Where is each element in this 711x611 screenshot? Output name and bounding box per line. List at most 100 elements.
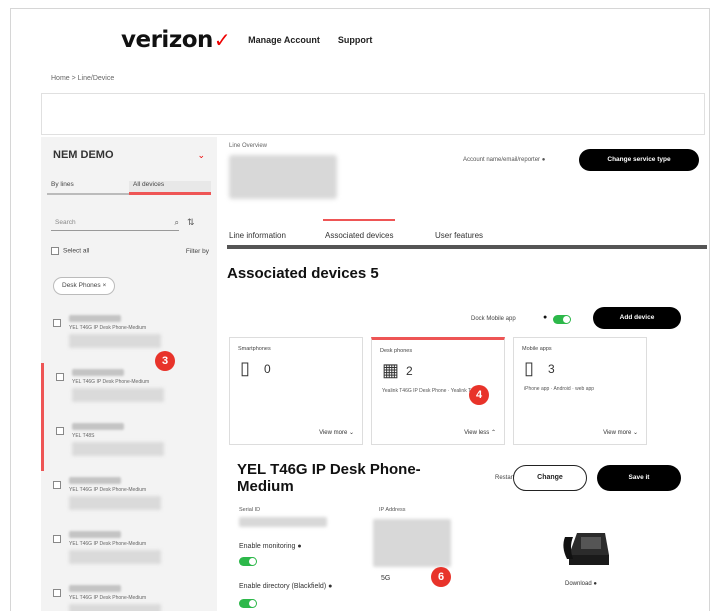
- tab-by-lines[interactable]: By lines: [47, 181, 129, 195]
- card-count: 2: [406, 364, 413, 378]
- network-label: 5G: [381, 575, 391, 582]
- dock-mobile-label: Dock Mobile app: [471, 316, 516, 322]
- card-title: Desk phones: [380, 348, 413, 354]
- add-device-button[interactable]: Add device: [593, 307, 681, 329]
- main-tabs: Line information Associated devices User…: [227, 219, 707, 249]
- redacted-line-details: [69, 604, 161, 611]
- redacted-line-name: [72, 423, 124, 430]
- list-item[interactable]: YEL T46G IP Desk Phone-Medium: [41, 525, 217, 579]
- desk-phone-icon: ▦: [382, 360, 400, 380]
- account-preference[interactable]: Account name/email/reporter ●: [463, 157, 545, 163]
- smartphone-icon: ▯: [240, 358, 250, 378]
- device-model: YEL T46G IP Desk Phone-Medium: [69, 541, 147, 547]
- desk-phone-image: [563, 533, 609, 565]
- callout-badge-3: 3: [155, 351, 175, 371]
- list-item[interactable]: YEL T46G IP Desk Phone-Medium: [41, 309, 217, 363]
- view-less-link[interactable]: View less ⌃: [464, 429, 496, 436]
- top-navigation: verizon✓ Manage Account Support: [11, 9, 709, 71]
- save-button[interactable]: Save it: [597, 465, 681, 491]
- redacted-line-name: [69, 477, 121, 484]
- info-icon: ●: [593, 581, 597, 587]
- sort-icon[interactable]: ⇅: [187, 217, 195, 228]
- nav-manage-account[interactable]: Manage Account: [248, 35, 320, 45]
- search-icon: ⌕: [174, 217, 179, 227]
- info-icon[interactable]: ●: [328, 583, 332, 590]
- breadcrumb[interactable]: Home > Line/Device: [51, 75, 114, 82]
- banner-box: [41, 93, 705, 135]
- enable-monitoring-label: Enable monitoring ●: [239, 543, 302, 550]
- tab-user-features[interactable]: User features: [435, 231, 483, 240]
- select-all-row: Select all Filter by: [51, 247, 209, 255]
- chevron-down-icon: ⌄: [197, 149, 205, 160]
- device-title: YEL T46G IP Desk Phone-Medium: [237, 461, 421, 495]
- filter-by-dropdown[interactable]: Filter by: [186, 248, 209, 255]
- info-icon[interactable]: ●: [297, 543, 301, 550]
- ip-address-label: IP Address: [379, 507, 406, 513]
- redacted-line-details: [69, 550, 161, 564]
- redacted-line-details: [69, 334, 161, 348]
- device-model: YEL T46G IP Desk Phone-Medium: [69, 595, 147, 601]
- redacted-line-name: [69, 585, 121, 592]
- mobile-app-icon: ▯: [524, 358, 534, 378]
- card-count: 3: [548, 362, 555, 376]
- change-service-button[interactable]: Change service type: [579, 149, 699, 171]
- nav-support[interactable]: Support: [338, 35, 373, 45]
- tab-all-devices[interactable]: All devices: [129, 181, 211, 195]
- redacted-line-name: [72, 369, 124, 376]
- view-more-link[interactable]: View more ⌄: [603, 429, 638, 436]
- directory-toggle[interactable]: [239, 599, 257, 608]
- select-all-checkbox[interactable]: Select all: [51, 247, 89, 255]
- redacted-ip-address: [373, 519, 451, 567]
- device-model: YEL T46G IP Desk Phone-Medium: [69, 325, 147, 331]
- device-model: YEL T46G IP Desk Phone-Medium: [69, 487, 147, 493]
- line-sidebar: NEM DEMO ⌄ By lines All devices Search ⌕…: [41, 137, 217, 611]
- card-title: Mobile apps: [522, 346, 552, 352]
- search-input[interactable]: Search ⌕: [51, 215, 179, 231]
- device-model: YEL T48S: [72, 433, 95, 439]
- tab-associated-devices[interactable]: Associated devices: [322, 219, 396, 240]
- app-frame: verizon✓ Manage Account Support Home > L…: [10, 8, 710, 611]
- line-overview-label: Line Overview: [229, 143, 268, 149]
- redacted-serial-id: [239, 517, 327, 527]
- card-description: iPhone app · Android · web app: [524, 386, 595, 392]
- list-item[interactable]: YEL T46G IP Desk Phone-Medium: [41, 363, 217, 417]
- row-checkbox[interactable]: [56, 427, 64, 435]
- redacted-line-name: [69, 531, 121, 538]
- card-count: 0: [264, 362, 271, 376]
- redacted-line-details: [69, 496, 161, 510]
- filter-chip-desk-phones[interactable]: Desk Phones ×: [53, 277, 116, 295]
- info-icon[interactable]: ●: [543, 314, 547, 321]
- serial-id-label: Serial ID: [239, 507, 261, 513]
- row-checkbox[interactable]: [53, 535, 61, 543]
- download-link[interactable]: Download ●: [565, 581, 597, 587]
- restart-link[interactable]: Restart: [495, 475, 514, 481]
- redacted-line-details: [72, 442, 164, 456]
- redacted-line-details: [72, 388, 164, 402]
- account-name: NEM DEMO: [53, 149, 114, 161]
- list-item[interactable]: YEL T46G IP Desk Phone-Medium: [41, 579, 217, 611]
- account-selector[interactable]: NEM DEMO ⌄: [53, 149, 205, 161]
- device-model: YEL T46G IP Desk Phone-Medium: [72, 379, 150, 385]
- list-item[interactable]: YEL T46G IP Desk Phone-Medium: [41, 471, 217, 525]
- row-checkbox[interactable]: [53, 319, 61, 327]
- redacted-line-name: [69, 315, 121, 322]
- section-title: Associated devices 5: [227, 265, 379, 282]
- row-checkbox[interactable]: [53, 481, 61, 489]
- view-more-link[interactable]: View more ⌄: [319, 429, 354, 436]
- logo-checkmark-icon: ✓: [213, 28, 231, 52]
- row-checkbox[interactable]: [53, 589, 61, 597]
- list-item[interactable]: YEL T48S: [41, 417, 217, 471]
- monitoring-toggle[interactable]: [239, 557, 257, 566]
- dock-mobile-toggle[interactable]: [553, 315, 571, 324]
- row-checkbox[interactable]: [56, 373, 64, 381]
- device-card-mobile-apps[interactable]: Mobile apps ▯ 3 iPhone app · Android · w…: [513, 337, 647, 445]
- callout-badge-4: 4: [469, 385, 489, 405]
- change-button[interactable]: Change: [513, 465, 587, 491]
- sidebar-tabs: By lines All devices: [47, 181, 211, 195]
- redacted-line-info: [229, 155, 337, 199]
- device-card-smartphones[interactable]: Smartphones ▯ 0 View more ⌄: [229, 337, 363, 445]
- callout-badge-6: 6: [431, 567, 451, 587]
- verizon-logo[interactable]: verizon✓: [121, 27, 231, 53]
- tab-line-information[interactable]: Line information: [229, 231, 286, 240]
- card-title: Smartphones: [238, 346, 271, 352]
